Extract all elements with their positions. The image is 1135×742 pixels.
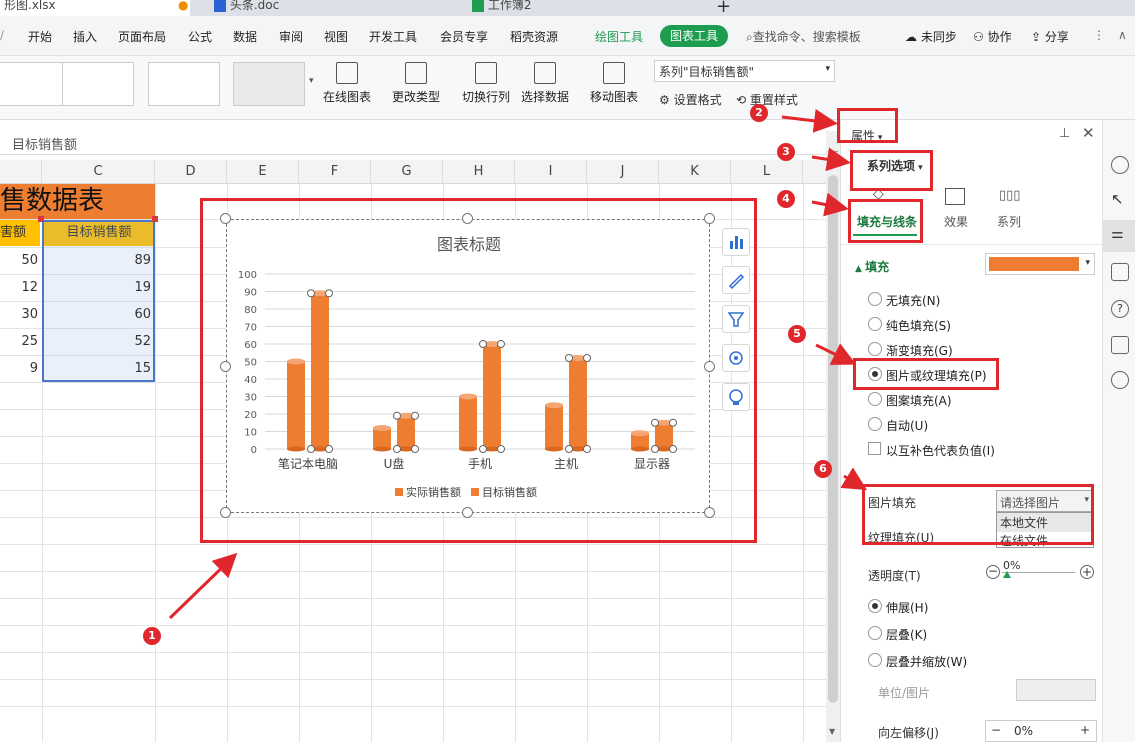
arrow-4 [811, 192, 849, 217]
annotation-badge-1: 1 [143, 627, 161, 645]
arrow-5 [815, 343, 857, 365]
arrow-6 [840, 467, 868, 491]
annotation-arrows [168, 108, 868, 620]
annotation-badge-2: 2 [750, 104, 768, 122]
annotation-badge-5: 5 [788, 325, 806, 343]
annotation-badge-6: 6 [814, 460, 832, 478]
annotation-badge-3: 3 [777, 143, 795, 161]
arrow-2 [781, 108, 838, 133]
arrow-3 [811, 147, 851, 172]
annotation-badge-4: 4 [777, 190, 795, 208]
arrow-1 [168, 552, 238, 620]
